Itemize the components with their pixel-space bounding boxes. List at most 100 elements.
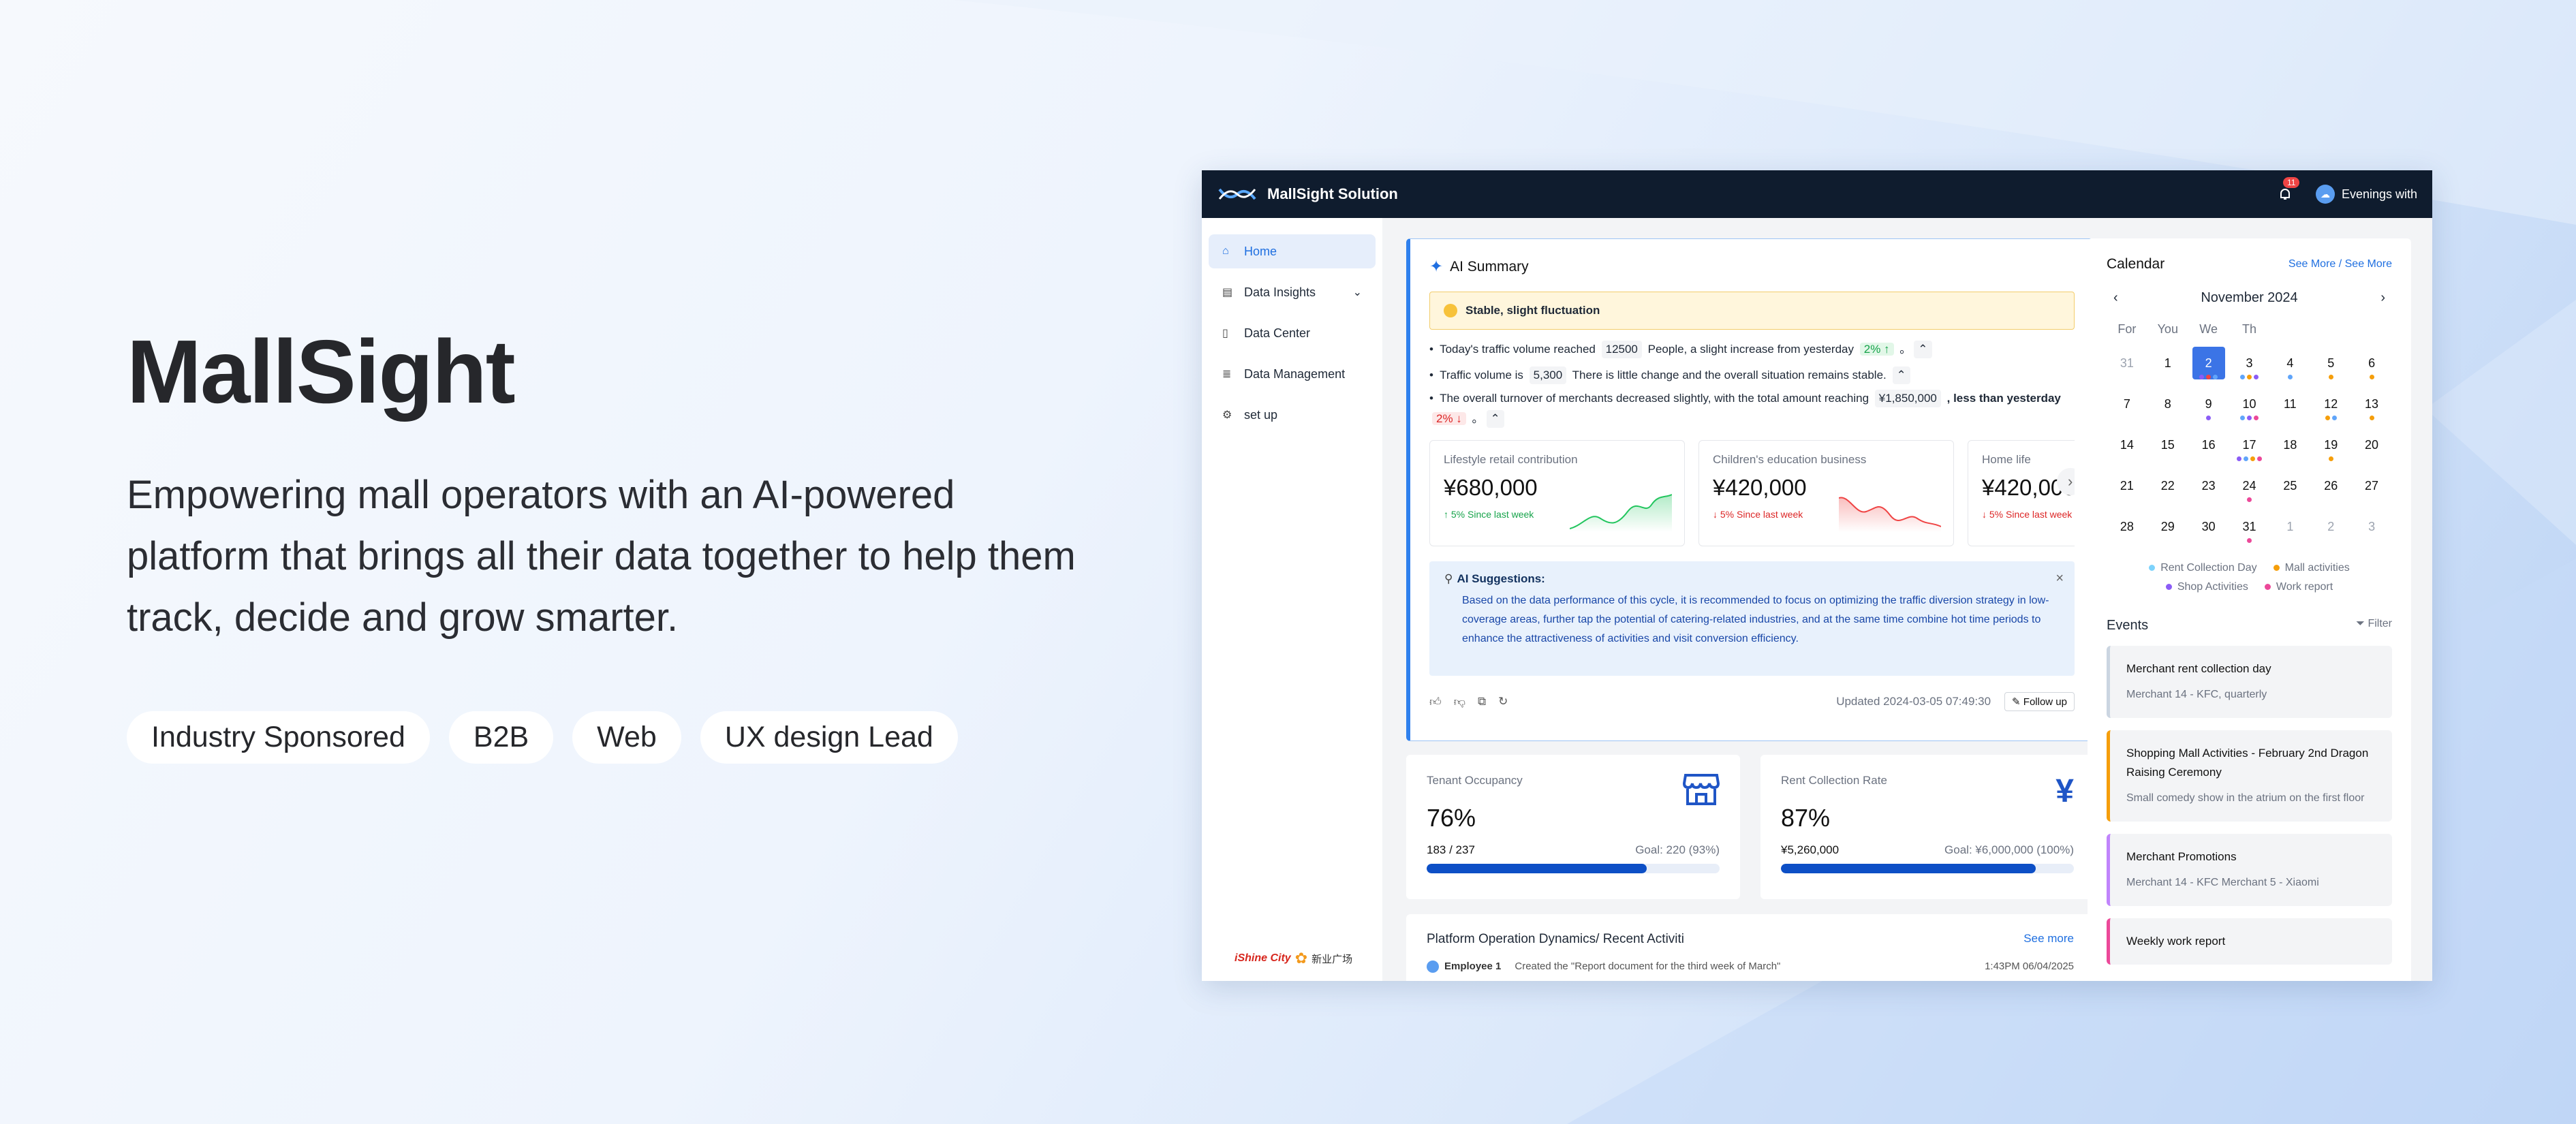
calendar-day[interactable]: 14 [2107,424,2147,465]
notification-button[interactable]: 11 [2278,177,2300,202]
event-dot [2239,416,2245,420]
event-dots [2239,416,2259,420]
event-item[interactable]: Shopping Mall Activities - February 2nd … [2107,730,2392,822]
category-card[interactable]: Home life ¥420,000 ↓ 5% Since last week … [1968,440,2075,546]
calendar-day[interactable]: 9 [2188,384,2229,424]
calendar-day[interactable]: 3 [2229,343,2270,384]
copy-icon[interactable]: ⧉ [1478,695,1486,709]
weekday-label [2269,315,2310,343]
sidebar-item-home[interactable]: ⌂ Home [1209,234,1376,268]
category-card[interactable]: Children's education business ¥420,000 ↓… [1698,440,1954,546]
sidebar-item-data-center[interactable]: ▯ Data Center [1209,316,1376,350]
calendar-day[interactable]: 10 [2229,384,2270,424]
day-number: 1 [2286,519,2294,533]
event-dots [2246,538,2252,543]
calendar-day[interactable]: 19 [2310,424,2351,465]
event-item[interactable]: Merchant Promotions Merchant 14 - KFC Mer… [2107,834,2392,906]
legend-item: Work report [2265,581,2333,593]
calendar-day[interactable]: 27 [2351,465,2392,506]
kpi-row: Tenant Occupancy 76% 183 / 237 Goal: 220 … [1406,755,2094,899]
calendar-day[interactable]: 11 [2269,384,2310,424]
event-dot [2206,375,2212,379]
sidebar-nav: ⌂ Home ▤ Data Insights ⌄ ▯ Data Center ≣ Data… [1209,234,1376,432]
calendar-day[interactable]: 5 [2310,343,2351,384]
follow-up-button[interactable]: ✎ Follow up [2004,692,2075,711]
hero-title: MallSight [127,322,516,422]
calendar-day[interactable]: 8 [2147,384,2188,424]
more-chip[interactable]: ⌃ [1892,366,1910,384]
calendar-day[interactable]: 3 [2351,506,2392,547]
ai-summary-footer: 👍︎ 👎︎ ⧉ ↻ Updated 2024-03-05 07:49:30 ✎ … [1429,692,2075,711]
brand-name: MallSight Solution [1267,185,1398,202]
status-dot-icon [1444,304,1457,317]
brand-logo-icon [1218,188,1256,200]
thumbs-up-icon[interactable]: 👍︎ [1429,695,1442,709]
suggestions-body: Based on the data performance of this cy… [1462,595,2049,644]
chevron-right-icon[interactable]: › [2380,290,2385,306]
day-number: 23 [2201,478,2216,493]
sidebar-item-data-management[interactable]: ≣ Data Management [1209,357,1376,391]
refresh-icon[interactable]: ↻ [1498,695,1508,709]
calendar-day[interactable]: 2 [2310,506,2351,547]
calendar-day[interactable]: 2 [2188,343,2229,384]
calendar-panel: Calendar See More / See More ‹ November 2… [2088,238,2411,981]
event-dot [2253,375,2259,379]
event-item[interactable]: Weekly work report [2107,918,2392,965]
event-dots [2287,375,2293,379]
category-card[interactable]: Lifestyle retail contribution ¥680,000 ↑… [1429,440,1685,546]
avatar [1427,961,1439,973]
avatar: ☁ [2315,185,2335,204]
kpi-count: 183 / 237 [1427,843,1475,856]
day-number: 13 [2365,396,2379,411]
calendar-day[interactable]: 1 [2269,506,2310,547]
calendar-day[interactable]: 31 [2229,506,2270,547]
activity-time: 1:43PM 06/04/2025 [1985,961,2074,972]
calendar-day[interactable]: 18 [2269,424,2310,465]
calendar-day[interactable]: 29 [2147,506,2188,547]
sidebar-item-data-insights[interactable]: ▤ Data Insights ⌄ [1209,275,1376,309]
calendar-day[interactable]: 21 [2107,465,2147,506]
calendar-day[interactable]: 26 [2310,465,2351,506]
calendar-day[interactable]: 15 [2147,424,2188,465]
thumbs-down-icon[interactable]: 👎︎ [1454,695,1465,709]
see-more-link[interactable]: See More / See More [2288,258,2392,270]
calendar-day[interactable]: 25 [2269,465,2310,506]
day-number: 11 [2284,396,2297,411]
updated-timestamp: Updated 2024-03-05 07:49:30 [1836,695,1991,708]
calendar-day[interactable]: 13 [2351,384,2392,424]
calendar-day[interactable]: 30 [2188,506,2229,547]
calendar-day[interactable]: 1 [2147,343,2188,384]
calendar-day[interactable]: 23 [2188,465,2229,506]
day-number: 3 [2246,356,2253,370]
calendar-day[interactable]: 4 [2269,343,2310,384]
calendar-day[interactable]: 31 [2107,343,2147,384]
sidebar: ⌂ Home ▤ Data Insights ⌄ ▯ Data Center ≣ Data… [1202,218,1382,981]
tag-web: Web [572,711,681,764]
calendar-day[interactable]: 28 [2107,506,2147,547]
chevron-left-icon[interactable]: ‹ [2113,290,2118,306]
calendar-day[interactable]: 16 [2188,424,2229,465]
see-more-link[interactable]: See more [2023,932,2074,947]
more-chip[interactable]: ⌃ [1914,341,1932,358]
sidebar-item-setup[interactable]: ⚙ set up [1209,398,1376,432]
filter-button[interactable]: ⏷ Filter [2356,618,2392,634]
app-window: MallSight Solution 11 ☁ Evenings with ⌂ H… [1202,170,2432,981]
legend-item: Rent Collection Day [2149,562,2256,574]
user-menu[interactable]: ☁ Evenings with [2315,185,2417,204]
calendar-day[interactable]: 12 [2310,384,2351,424]
category-cards: Lifestyle retail contribution ¥680,000 ↑… [1429,440,2075,546]
calendar-day[interactable]: 17 [2229,424,2270,465]
weekday-label [2351,315,2392,343]
calendar-day[interactable]: 20 [2351,424,2392,465]
card-label: Home life [1982,453,2031,466]
file-icon: ▯ [1222,328,1228,339]
card-label: Lifestyle retail contribution [1444,453,1578,466]
calendar-day[interactable]: 22 [2147,465,2188,506]
close-icon[interactable]: × [2055,571,2064,587]
event-item[interactable]: Merchant rent collection day Merchant 14 … [2107,646,2392,718]
calendar-day[interactable]: 6 [2351,343,2392,384]
more-chip[interactable]: ⌃ [1486,410,1504,428]
store-icon [1682,772,1720,815]
calendar-day[interactable]: 7 [2107,384,2147,424]
calendar-day[interactable]: 24 [2229,465,2270,506]
